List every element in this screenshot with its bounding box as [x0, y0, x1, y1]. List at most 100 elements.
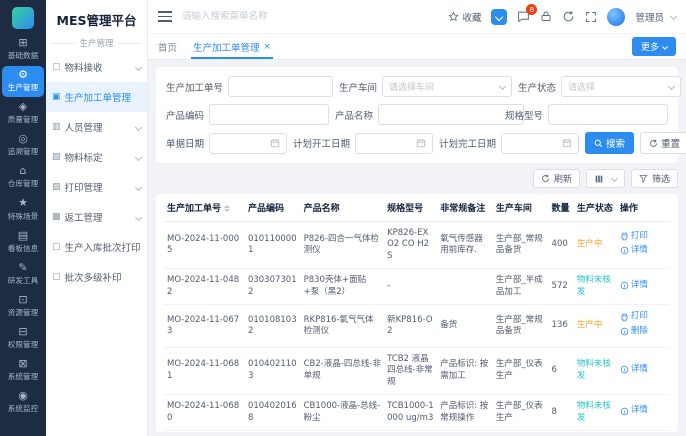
- rail-item-特殊场景[interactable]: ★特殊场景: [2, 194, 44, 225]
- action-打印[interactable]: 打印: [620, 231, 648, 242]
- table-row: MO-2024-11-04820303073012P830壳体+面贴+泵（黑2）…: [164, 269, 670, 305]
- refresh-list-button[interactable]: 刷新: [533, 169, 580, 188]
- plan-start-date-input[interactable]: [355, 133, 433, 154]
- order-no-input[interactable]: [228, 76, 333, 97]
- product-name-input[interactable]: [378, 104, 524, 125]
- cell-spec: -: [384, 269, 437, 305]
- filter-list-button[interactable]: 筛选: [631, 169, 678, 188]
- menu-search-input[interactable]: [182, 11, 322, 22]
- status-badge: 物料未核发: [577, 401, 611, 422]
- lock-icon[interactable]: [540, 10, 552, 23]
- close-tab-icon[interactable]: ×: [264, 42, 271, 52]
- cell-workshop: 生产部_半成品加工: [493, 269, 549, 305]
- menu-item-label: 物料标定: [65, 150, 103, 164]
- rail-item-仓库管理[interactable]: ⌂仓库管理: [2, 162, 44, 193]
- rail-item-系统监控[interactable]: ◉系统监控: [2, 387, 44, 418]
- rail-item-label: 特殊场景: [8, 211, 38, 221]
- product-code-input[interactable]: [209, 104, 329, 125]
- message-button[interactable]: 8: [517, 10, 530, 23]
- plan-finish-date-input[interactable]: [501, 133, 579, 154]
- rail-item-label: 系统管理: [8, 371, 38, 381]
- topbar: 收藏 8 管理员: [148, 0, 686, 34]
- rail-item-追溯管理[interactable]: ◎追溯管理: [2, 130, 44, 161]
- table-row: MO-2024-11-06810104021103CB2-液晶-四总线-非单规T…: [164, 347, 670, 394]
- cell-status: 生产中: [574, 305, 617, 347]
- menu-section-label: 生产管理: [46, 37, 147, 49]
- menu-item-批次多级补印[interactable]: ▢批次多级补印: [46, 262, 147, 292]
- rail-item-资源管理[interactable]: ⊡资源管理: [2, 291, 44, 322]
- menu-item-返工管理[interactable]: ▩返工管理: [46, 202, 147, 232]
- column-header-生产加工单号[interactable]: 生产加工单号: [164, 194, 245, 222]
- favorite-button[interactable]: 收藏: [448, 10, 481, 24]
- rail-item-质量管理[interactable]: ◈质量管理: [2, 98, 44, 129]
- menu-item-物料标定[interactable]: ▧物料标定: [46, 142, 147, 172]
- rail-item-权限管理[interactable]: ⊟权限管理: [2, 323, 44, 354]
- more-tabs-button[interactable]: 更多: [632, 37, 676, 56]
- hamburger-menu-icon[interactable]: [158, 11, 172, 22]
- theme-switch-icon[interactable]: [491, 9, 507, 25]
- menu-item-icon: ▨: [52, 182, 61, 192]
- cell-status: 物料未核发: [574, 395, 617, 431]
- action-label: 详情: [631, 280, 648, 291]
- action-label: 删除: [631, 326, 648, 337]
- work-order-table: 生产加工单号产品编码产品名称规格型号非常规备注生产车间数量生产状态操作 MO-2…: [164, 194, 670, 431]
- menu-item-打印管理[interactable]: ▨打印管理: [46, 172, 147, 202]
- rail-item-基础数据[interactable]: ⊞基础数据: [2, 34, 44, 65]
- action-label: 详情: [631, 245, 648, 256]
- column-header-操作: 操作: [617, 194, 670, 222]
- fullscreen-icon[interactable]: [585, 11, 597, 23]
- topbar-actions: 收藏 8 管理员: [448, 8, 676, 26]
- user-avatar[interactable]: [607, 8, 625, 26]
- rail-item-研发工具[interactable]: ✎研发工具: [2, 259, 44, 290]
- cell-qty: 8: [549, 395, 574, 431]
- menu-item-label: 批次多级补印: [65, 270, 122, 284]
- calendar-icon: [416, 138, 426, 148]
- cell-qty: 6: [549, 347, 574, 394]
- action-详情[interactable]: 详情: [620, 364, 648, 375]
- tab-首页[interactable]: 首页: [158, 34, 177, 59]
- cell-actions: 打印删除: [617, 305, 670, 347]
- action-打印[interactable]: 打印: [620, 311, 648, 322]
- action-删除[interactable]: 删除: [620, 326, 648, 337]
- column-settings-button[interactable]: [586, 169, 625, 188]
- table-row: MO-2024-11-06730101081032RKP816-氧气气体检测仪新…: [164, 305, 670, 347]
- rail-item-label: 生产管理: [8, 82, 38, 92]
- tabs-host: 首页生产加工单管理×: [158, 34, 271, 59]
- rail-item-系统管理[interactable]: ⊠系统管理: [2, 355, 44, 386]
- menu-item-生产加工单管理[interactable]: ▣生产加工单管理: [46, 82, 147, 112]
- search-button[interactable]: 搜索: [585, 132, 634, 154]
- spec-input[interactable]: [548, 104, 668, 125]
- action-详情[interactable]: 详情: [620, 245, 648, 256]
- cell-order: MO-2024-11-0681: [164, 347, 245, 394]
- tab-生产加工单管理[interactable]: 生产加工单管理×: [193, 34, 271, 59]
- table-row: MO-2024-11-06800104020168CB1000-液晶-总线-粉尘…: [164, 395, 670, 431]
- menu-item-icon: ▢: [52, 242, 61, 252]
- filter-plan-finish: 计划完工日期: [439, 133, 579, 154]
- status-select[interactable]: 请选择: [561, 76, 681, 97]
- filter-doc-date: 单据日期: [166, 133, 287, 154]
- cell-code: 0303073012: [245, 269, 301, 305]
- menu-item-人员管理[interactable]: ▥人员管理: [46, 112, 147, 142]
- cell-status: 物料未核发: [574, 347, 617, 394]
- action-详情[interactable]: 详情: [620, 405, 648, 416]
- action-详情[interactable]: 详情: [620, 280, 648, 291]
- rail-item-看板信息[interactable]: ▤看板信息: [2, 227, 44, 258]
- app-logo[interactable]: [12, 7, 34, 29]
- menu-item-物料接收[interactable]: ▢物料接收: [46, 52, 147, 82]
- user-menu[interactable]: 管理员: [635, 10, 676, 24]
- filter-product-code: 产品编码: [166, 104, 329, 125]
- doc-date-input[interactable]: [209, 133, 287, 154]
- cell-actions: 详情: [617, 395, 670, 431]
- workshop-select[interactable]: 请选择车间: [382, 76, 512, 97]
- cell-remark: 氧气传感器 用前库存.: [437, 222, 493, 269]
- column-header-产品名称: 产品名称: [301, 194, 384, 222]
- rail-item-生产管理[interactable]: ⚙生产管理: [2, 66, 44, 97]
- menu-item-icon: ▣: [52, 92, 61, 102]
- refresh-icon[interactable]: [562, 10, 575, 23]
- menu-item-生产入库批次打印[interactable]: ▢生产入库批次打印: [46, 232, 147, 262]
- system-icon: ⊠: [18, 358, 27, 370]
- cell-status: 生产中: [574, 222, 617, 269]
- sort-icon[interactable]: [224, 205, 230, 212]
- reset-button[interactable]: 重置: [640, 132, 686, 154]
- calendar-icon: [562, 138, 572, 148]
